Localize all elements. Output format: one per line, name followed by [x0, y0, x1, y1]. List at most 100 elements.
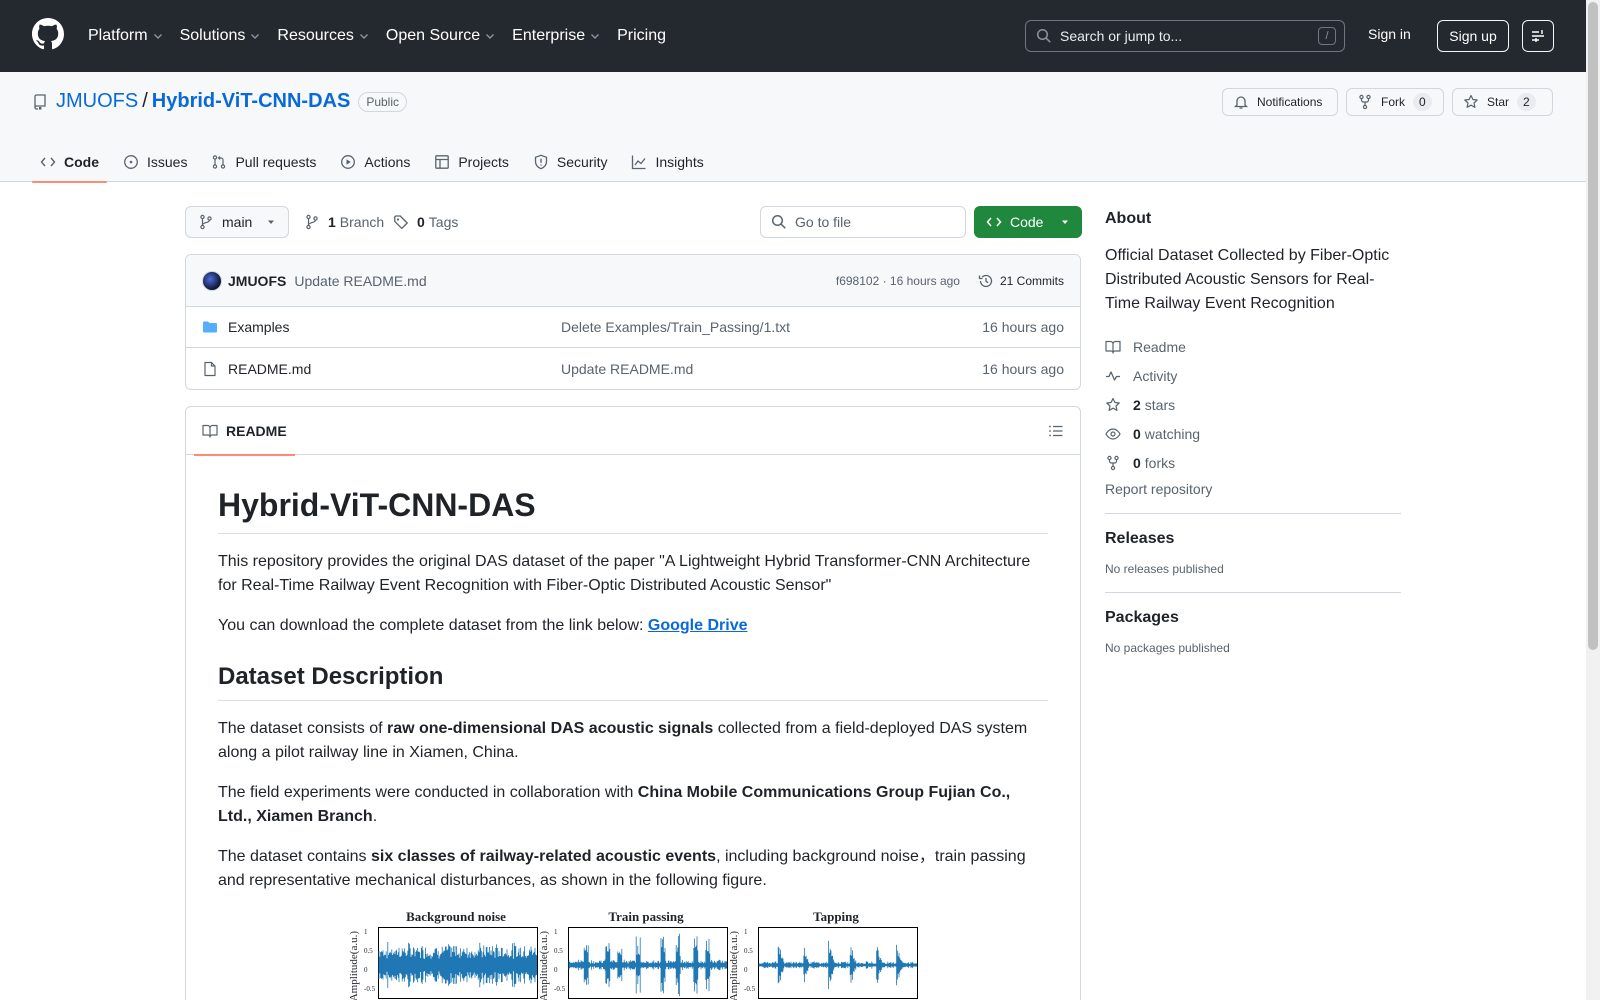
- tab-insights[interactable]: Insights: [623, 142, 711, 182]
- packages-heading[interactable]: Packages: [1105, 609, 1401, 627]
- stars-link[interactable]: 2 stars: [1105, 390, 1401, 419]
- fork-icon: [1359, 94, 1371, 110]
- star-button[interactable]: Star 2: [1452, 88, 1553, 116]
- nav-enterprise[interactable]: Enterprise: [512, 24, 601, 48]
- sign-up-button[interactable]: Sign up: [1437, 20, 1509, 52]
- branch-icon: [306, 214, 318, 230]
- tab-code-label: Code: [64, 154, 99, 170]
- readme-panel: README Hybrid-ViT-CNN-DAS This repositor…: [185, 406, 1081, 1000]
- nav-resources[interactable]: Resources: [277, 24, 369, 48]
- report-repository-link[interactable]: Report repository: [1105, 481, 1401, 514]
- list-icon[interactable]: [1048, 423, 1064, 439]
- tags-link[interactable]: 0 Tags: [393, 214, 458, 230]
- repo-owner-link[interactable]: JMUOFS: [56, 90, 138, 113]
- panel-title: Tapping: [813, 909, 859, 924]
- packages-note: No packages published: [1105, 641, 1230, 655]
- tag-count-label: Tags: [428, 214, 459, 230]
- avatar[interactable]: [202, 270, 222, 291]
- waveform-trace: [568, 933, 727, 997]
- readme-title: Hybrid-ViT-CNN-DAS: [218, 485, 1048, 534]
- tag-count: 0: [417, 214, 425, 230]
- tab-pull-requests[interactable]: Pull requests: [203, 142, 324, 182]
- commit-message[interactable]: Update README.md: [294, 273, 426, 289]
- sign-in-link[interactable]: Sign in: [1368, 26, 1411, 42]
- commit-hash-time[interactable]: f698102 · 16 hours ago: [836, 274, 960, 288]
- file-commit-message[interactable]: Update README.md: [561, 361, 693, 377]
- activity-link[interactable]: Activity: [1105, 361, 1401, 390]
- menu-button[interactable]: [1522, 20, 1554, 52]
- search-shortcut-key: /: [1318, 27, 1336, 45]
- issue-icon: [124, 155, 138, 169]
- forks-count: 0: [1133, 454, 1141, 471]
- nav-open-source[interactable]: Open Source: [386, 24, 496, 48]
- nav-pricing[interactable]: Pricing: [617, 24, 666, 48]
- tab-security[interactable]: Security: [525, 142, 616, 182]
- tick-label: 0: [744, 966, 748, 974]
- repo-name-link[interactable]: Hybrid-ViT-CNN-DAS: [152, 90, 351, 113]
- search-icon: [771, 214, 786, 229]
- watching-label: watching: [1144, 425, 1201, 442]
- file-name[interactable]: README.md: [228, 361, 558, 377]
- file-commit-time: 16 hours ago: [982, 319, 1064, 335]
- tab-projects[interactable]: Projects: [426, 142, 517, 182]
- tab-code[interactable]: Code: [32, 142, 107, 183]
- tick-label: 1: [364, 928, 368, 936]
- branches-link[interactable]: 1 Branch: [304, 214, 384, 230]
- notifications-button[interactable]: Notifications: [1222, 88, 1338, 116]
- page-scrollbar[interactable]: [1586, 0, 1600, 1000]
- tab-issues[interactable]: Issues: [115, 142, 195, 182]
- panel-title: Train passing: [608, 909, 684, 924]
- about-heading: About: [1105, 210, 1152, 227]
- repo-title: JMUOFS / Hybrid-ViT-CNN-DAS Public: [32, 90, 407, 113]
- repo-separator: /: [142, 90, 148, 112]
- forks-label: forks: [1144, 454, 1176, 471]
- chevron-down-icon: [359, 34, 368, 39]
- commits-link[interactable]: 21 Commits: [978, 273, 1064, 289]
- chevron-down-icon: [591, 34, 600, 39]
- nav-platform[interactable]: Platform: [88, 24, 164, 48]
- stars-label: stars: [1144, 396, 1176, 413]
- releases-heading[interactable]: Releases: [1105, 530, 1401, 548]
- watching-link[interactable]: 0 watching: [1105, 419, 1401, 448]
- readme-link[interactable]: Readme: [1105, 332, 1401, 361]
- p2-text-c: .: [372, 808, 378, 825]
- file-commit-message[interactable]: Delete Examples/Train_Passing/1.txt: [561, 319, 790, 335]
- pulse-icon: [1106, 370, 1120, 381]
- forks-link[interactable]: 0 forks: [1105, 448, 1401, 477]
- nav-enterprise-label: Enterprise: [512, 27, 586, 44]
- figure-panel: Tapping Amplitude(a.u.) 1 0.5 0 -0.5: [728, 909, 920, 1000]
- tick-label: 1: [744, 928, 748, 936]
- chevron-down-icon: [486, 34, 495, 39]
- commit-author[interactable]: JMUOFS: [228, 273, 286, 289]
- table-icon: [435, 155, 450, 169]
- tick-label: -0.5: [744, 985, 756, 993]
- code-dropdown-button[interactable]: Code: [974, 206, 1082, 238]
- file-name[interactable]: Examples: [228, 319, 558, 335]
- file-row[interactable]: Examples Delete Examples/Train_Passing/1…: [186, 307, 1080, 348]
- panel-ticks: 1 0.5 0 -0.5: [554, 923, 565, 999]
- book-icon: [202, 424, 218, 438]
- folder-icon: [203, 321, 217, 333]
- file-row[interactable]: README.md Update README.md 16 hours ago: [186, 348, 1080, 389]
- tick-label: -0.5: [554, 985, 566, 993]
- branch-select-button[interactable]: main: [185, 206, 289, 238]
- scrollbar-thumb[interactable]: [1588, 2, 1598, 650]
- tick-label: 0.5: [364, 947, 373, 955]
- global-search-input[interactable]: Search or jump to... /: [1025, 20, 1345, 52]
- shield-icon: [534, 154, 548, 170]
- readme-download-paragraph: You can download the complete dataset fr…: [218, 614, 1048, 638]
- graph-icon: [632, 155, 646, 170]
- chevron-down-icon: [153, 34, 162, 39]
- notifications-label: Notifications: [1257, 95, 1323, 109]
- github-logo-icon[interactable]: [32, 18, 64, 50]
- tab-actions[interactable]: Actions: [332, 142, 418, 182]
- nav-solutions[interactable]: Solutions: [180, 24, 262, 48]
- readme-tab[interactable]: README: [194, 407, 295, 456]
- readme-link-label: Readme: [1133, 338, 1186, 355]
- google-drive-link[interactable]: Google Drive: [648, 617, 748, 634]
- nav-platform-label: Platform: [88, 27, 148, 44]
- go-to-file-input[interactable]: Go to file: [760, 206, 966, 238]
- fork-button[interactable]: Fork 0: [1346, 88, 1444, 116]
- waveform-plot: [758, 927, 918, 999]
- visibility-badge: Public: [358, 91, 407, 112]
